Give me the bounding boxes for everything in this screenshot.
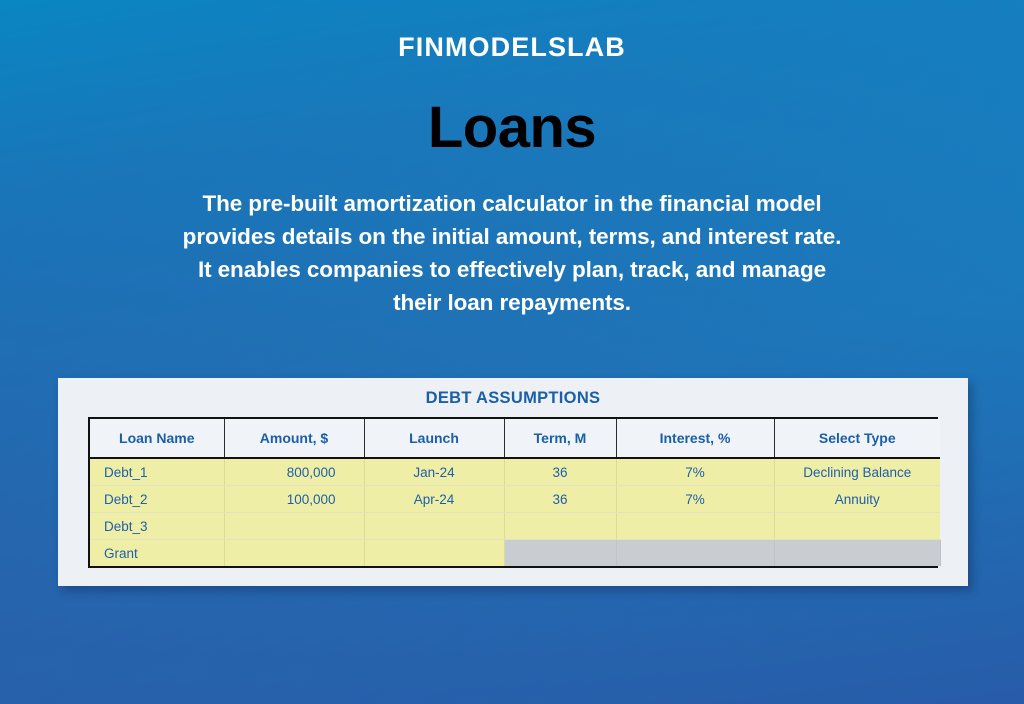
table-header-row: Loan Name Amount, $ Launch Term, M Inter… xyxy=(90,419,940,459)
cell-interest[interactable]: 7% xyxy=(616,458,775,486)
column-header-term[interactable]: Term, M xyxy=(504,419,617,459)
table-row: Debt_1 800,000 Jan-24 36 7% Declining Ba… xyxy=(90,458,940,486)
table-row: Debt_3 xyxy=(90,512,940,540)
cell-select-type[interactable] xyxy=(774,512,940,540)
description-line-3: It enables companies to effectively plan… xyxy=(197,257,827,282)
cell-loan-name[interactable]: Debt_3 xyxy=(90,512,225,540)
cell-select-type xyxy=(774,539,941,566)
cell-amount[interactable]: 800,000 xyxy=(224,458,365,486)
cell-amount[interactable] xyxy=(224,539,365,566)
cell-loan-name[interactable]: Debt_1 xyxy=(90,458,225,486)
cell-select-type[interactable]: Declining Balance xyxy=(774,458,940,486)
cell-launch[interactable]: Jan-24 xyxy=(364,458,505,486)
cell-amount[interactable] xyxy=(224,512,365,540)
hero-description: The pre-built amortization calculator in… xyxy=(112,187,912,319)
description-line-1: The pre-built amortization calculator in… xyxy=(202,191,822,216)
cell-launch[interactable] xyxy=(364,512,505,540)
cell-interest[interactable] xyxy=(616,512,775,540)
cell-launch[interactable]: Apr-24 xyxy=(364,485,505,513)
column-header-select-type[interactable]: Select Type xyxy=(774,419,940,459)
cell-select-type[interactable]: Annuity xyxy=(774,485,940,513)
column-header-loan-name[interactable]: Loan Name xyxy=(90,419,225,459)
description-line-2: provides details on the initial amount, … xyxy=(182,224,842,249)
brand-logo-text: FINMODELSLAB xyxy=(398,32,626,62)
page-title: Loans xyxy=(427,95,597,160)
cell-term[interactable] xyxy=(504,512,617,540)
panel-title: DEBT ASSUMPTIONS xyxy=(425,389,601,407)
column-header-launch[interactable]: Launch xyxy=(364,419,505,459)
cell-loan-name[interactable]: Debt_2 xyxy=(90,485,225,513)
slide-canvas: FINMODELSLAB Loans The pre-built amortiz… xyxy=(0,0,1024,704)
cell-launch[interactable] xyxy=(364,539,505,566)
cell-loan-name[interactable]: Grant xyxy=(90,539,225,566)
cell-amount[interactable]: 100,000 xyxy=(224,485,365,513)
debt-assumptions-panel: DEBT ASSUMPTIONS Loan Name Amount, $ Lau… xyxy=(58,378,968,586)
cell-term[interactable]: 36 xyxy=(504,485,617,513)
table-row: Grant xyxy=(90,539,941,566)
cell-term[interactable]: 36 xyxy=(504,458,617,486)
column-header-interest[interactable]: Interest, % xyxy=(616,419,775,459)
cell-interest xyxy=(616,539,775,566)
debt-assumptions-table-wrapper: Loan Name Amount, $ Launch Term, M Inter… xyxy=(88,417,941,568)
table-row: Debt_2 100,000 Apr-24 36 7% Annuity xyxy=(90,485,940,513)
cell-interest[interactable]: 7% xyxy=(616,485,775,513)
cell-term xyxy=(504,539,617,566)
description-line-4: their loan repayments. xyxy=(393,290,631,315)
column-header-amount[interactable]: Amount, $ xyxy=(224,419,365,459)
debt-assumptions-table: Loan Name Amount, $ Launch Term, M Inter… xyxy=(90,419,941,566)
